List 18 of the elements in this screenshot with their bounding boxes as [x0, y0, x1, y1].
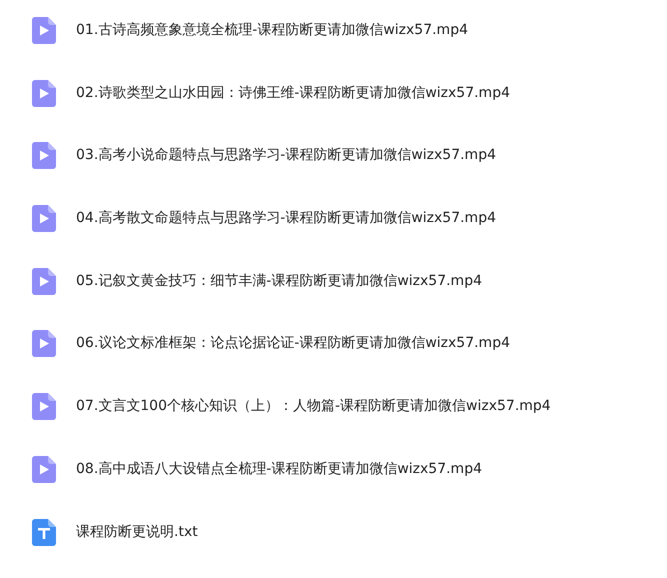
file-name[interactable]: 04.高考散文命题特点与思路学习-课程防断更请加微信wizx57.mp4 [76, 205, 496, 232]
text-file-icon [32, 518, 56, 546]
video-file-icon [32, 393, 56, 420]
file-name[interactable]: 07.文言文100个核心知识（上）：人物篇-课程防断更请加微信wizx57.mp4 [76, 393, 551, 420]
file-name[interactable]: 02.诗歌类型之山水田园：诗佛王维-课程防断更请加微信wizx57.mp4 [76, 80, 510, 107]
file-name[interactable]: 01.古诗高频意象意境全梳理-课程防断更请加微信wizx57.mp4 [76, 17, 468, 44]
video-file-icon [32, 456, 56, 483]
file-name[interactable]: 03.高考小说命题特点与思路学习-课程防断更请加微信wizx57.mp4 [76, 142, 496, 170]
file-name[interactable]: 06.议论文标准框架：论点论据论证-课程防断更请加微信wizx57.mp4 [76, 330, 510, 358]
video-file-icon [32, 205, 56, 232]
file-name[interactable]: 08.高中成语八大设错点全梳理-课程防断更请加微信wizx57.mp4 [76, 456, 482, 483]
file-name[interactable]: 05.记叙文黄金技巧：细节丰满-课程防断更请加微信wizx57.mp4 [76, 268, 482, 295]
video-file-icon [32, 17, 56, 44]
video-file-icon [32, 142, 56, 170]
video-file-icon [32, 268, 56, 295]
video-file-icon [32, 330, 56, 358]
video-file-icon [32, 80, 56, 107]
file-name[interactable]: 课程防断更说明.txt [76, 518, 198, 546]
